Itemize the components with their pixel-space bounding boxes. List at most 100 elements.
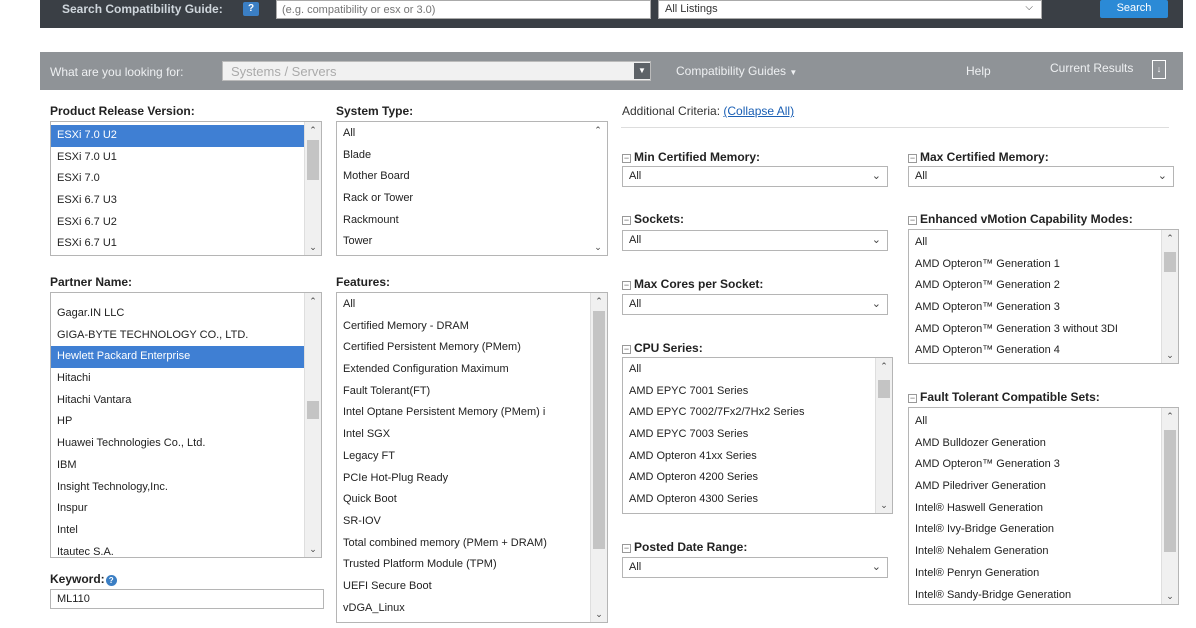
list-option[interactable]: Blade (337, 145, 607, 167)
list-option[interactable]: Inspur (51, 498, 321, 520)
list-option[interactable]: Extended Configuration Maximum (337, 359, 607, 381)
scroll-down-icon[interactable]: ⌄ (305, 239, 321, 255)
list-option[interactable]: vDGA_Linux (337, 598, 607, 620)
collapse-icon[interactable]: − (908, 216, 917, 225)
list-option[interactable]: All (909, 232, 1178, 254)
list-option[interactable]: All (623, 359, 892, 381)
posted-date-label[interactable]: − Posted Date Range: (622, 540, 747, 554)
list-option[interactable]: AMD Piledriver Generation (909, 476, 1178, 498)
release-scrollbar[interactable]: ⌃ ⌄ (304, 122, 321, 255)
help-link[interactable]: Help (966, 64, 991, 78)
search-input[interactable] (276, 0, 651, 19)
cpu-series-listbox[interactable]: All AMD EPYC 7001 Series AMD EPYC 7002/7Fx… (622, 357, 893, 514)
list-option[interactable]: Fault Tolerant(FT) (337, 381, 607, 403)
max-memory-select[interactable]: All ⌄ (908, 166, 1174, 187)
list-option[interactable]: Intel® Nehalem Generation (909, 541, 1178, 563)
list-option[interactable]: All (909, 411, 1178, 433)
sockets-select[interactable]: All ⌄ (622, 230, 888, 251)
select-dropdown-icon[interactable]: ▼ (634, 63, 650, 79)
scroll-thumb[interactable] (593, 311, 605, 549)
list-option[interactable]: GIGA-BYTE TECHNOLOGY CO., LTD. (51, 325, 321, 347)
list-option[interactable]: AMD Opteron 4200 Series (623, 467, 892, 489)
scroll-down-icon[interactable]: ⌄ (590, 239, 606, 255)
list-option[interactable]: AMD Opteron™ Generation 3 (909, 297, 1178, 319)
list-option[interactable]: ESXi 7.0 U1 (51, 147, 321, 169)
list-option[interactable]: Hewlett Packard Enterprise (51, 346, 321, 369)
list-option[interactable]: IBM (51, 455, 321, 477)
scroll-down-icon[interactable]: ⌄ (1162, 347, 1178, 363)
ft-sets-label[interactable]: − Fault Tolerant Compatible Sets: (908, 390, 1100, 404)
max-memory-label[interactable]: − Max Certified Memory: (908, 150, 1049, 164)
list-option[interactable]: Legacy FT (337, 446, 607, 468)
list-option[interactable]: Tower (337, 231, 607, 253)
collapse-icon[interactable]: − (908, 394, 917, 403)
list-option[interactable]: ESXi 6.7 U2 (51, 212, 321, 234)
max-cores-label[interactable]: − Max Cores per Socket: (622, 277, 763, 291)
list-option[interactable]: ESXi 6.7 U3 (51, 190, 321, 212)
cpu-scrollbar[interactable]: ⌃ ⌄ (875, 358, 892, 513)
scroll-thumb[interactable] (1164, 430, 1176, 552)
scroll-up-icon[interactable]: ⌃ (305, 293, 321, 309)
list-option[interactable]: AMD Opteron™ Generation 1 (909, 254, 1178, 276)
collapse-icon[interactable]: − (908, 154, 917, 163)
list-option[interactable]: Rack or Tower (337, 188, 607, 210)
features-listbox[interactable]: All Certified Memory - DRAM Certified Pers… (336, 292, 608, 623)
guide-type-select[interactable]: Systems / Servers (222, 61, 651, 81)
list-option[interactable]: Trusted Platform Module (TPM) (337, 554, 607, 576)
list-option[interactable]: ESXi 7.0 U2 (51, 125, 321, 147)
features-scrollbar[interactable]: ⌃ ⌄ (590, 293, 607, 622)
list-option[interactable]: Hitachi (51, 368, 321, 390)
partner-name-listbox[interactable]: Gagar.IN LLC GIGA-BYTE TECHNOLOGY CO., LT… (50, 292, 322, 558)
collapse-icon[interactable]: − (622, 345, 631, 354)
list-option[interactable]: AMD EPYC 7003 Series (623, 424, 892, 446)
list-option[interactable]: Total combined memory (PMem + DRAM) (337, 533, 607, 555)
list-option[interactable]: AMD Opteron™ Generation 3 (909, 454, 1178, 476)
info-icon[interactable]: ? (105, 575, 117, 586)
list-option[interactable]: Intel® Haswell Generation (909, 498, 1178, 520)
scroll-thumb[interactable] (878, 380, 890, 398)
min-memory-select[interactable]: All ⌄ (622, 166, 888, 187)
list-option[interactable]: AMD Opteron 41xx Series (623, 446, 892, 468)
list-option[interactable]: ESXi 6.7 U1 (51, 233, 321, 255)
scroll-thumb[interactable] (307, 140, 319, 180)
collapse-icon[interactable]: − (622, 281, 631, 290)
list-option[interactable]: Mother Board (337, 166, 607, 188)
list-option[interactable]: Intel® Ivy-Bridge Generation (909, 519, 1178, 541)
scroll-up-icon[interactable]: ⌃ (1162, 230, 1178, 246)
list-option[interactable]: PCIe Hot-Plug Ready (337, 468, 607, 490)
compatibility-guides-menu[interactable]: Compatibility Guides ▼ (676, 64, 797, 78)
list-option[interactable]: AMD Opteron™ Generation 3 without 3DI (909, 319, 1178, 341)
scroll-up-icon[interactable]: ⌃ (305, 122, 321, 138)
list-option[interactable]: Quick Boot (337, 489, 607, 511)
system-type-listbox[interactable]: All Blade Mother Board Rack or Tower Rackmou… (336, 121, 608, 256)
evc-modes-label[interactable]: − Enhanced vMotion Capability Modes: (908, 212, 1133, 226)
keyword-input[interactable] (50, 589, 324, 609)
list-option[interactable]: Insight Technology,Inc. (51, 477, 321, 499)
scroll-up-icon[interactable]: ⌃ (1162, 408, 1178, 424)
evc-scrollbar[interactable]: ⌃ ⌄ (1161, 230, 1178, 363)
search-button[interactable]: Search (1100, 0, 1168, 18)
list-option[interactable]: Rackmount (337, 210, 607, 232)
list-option[interactable]: AMD Opteron 4300 Series (623, 489, 892, 511)
sockets-label[interactable]: − Sockets: (622, 212, 684, 226)
list-option[interactable]: Certified Persistent Memory (PMem) (337, 337, 607, 359)
list-option[interactable]: Certified Memory - DRAM (337, 316, 607, 338)
partner-scrollbar[interactable]: ⌃ ⌄ (304, 293, 321, 557)
evc-modes-listbox[interactable]: All AMD Opteron™ Generation 1 AMD Opteron™… (908, 229, 1179, 364)
list-option[interactable]: Hitachi Vantara (51, 390, 321, 412)
list-option[interactable]: Itautec S.A. (51, 542, 321, 557)
release-version-listbox[interactable]: ESXi 7.0 U2 ESXi 7.0 U1 ESXi 7.0 ESXi 6.7 U… (50, 121, 322, 256)
list-option[interactable]: ESXi 7.0 (51, 168, 321, 190)
scroll-up-icon[interactable]: ⌃ (591, 293, 607, 309)
list-option[interactable]: Intel® Sandy-Bridge Generation (909, 585, 1178, 605)
scroll-thumb[interactable] (1164, 252, 1176, 272)
list-option[interactable]: All (337, 294, 607, 316)
results-document-icon[interactable]: ↓ (1152, 60, 1166, 79)
current-results-link[interactable]: Current Results (1050, 61, 1133, 75)
list-option[interactable]: SR-IOV (337, 511, 607, 533)
list-option[interactable]: All (337, 123, 607, 145)
scroll-up-icon[interactable]: ⌃ (590, 122, 606, 138)
list-option[interactable]: Huawei Technologies Co., Ltd. (51, 433, 321, 455)
scroll-thumb[interactable] (307, 401, 319, 419)
list-option[interactable]: AMD Opteron™ Generation 4 (909, 340, 1178, 362)
